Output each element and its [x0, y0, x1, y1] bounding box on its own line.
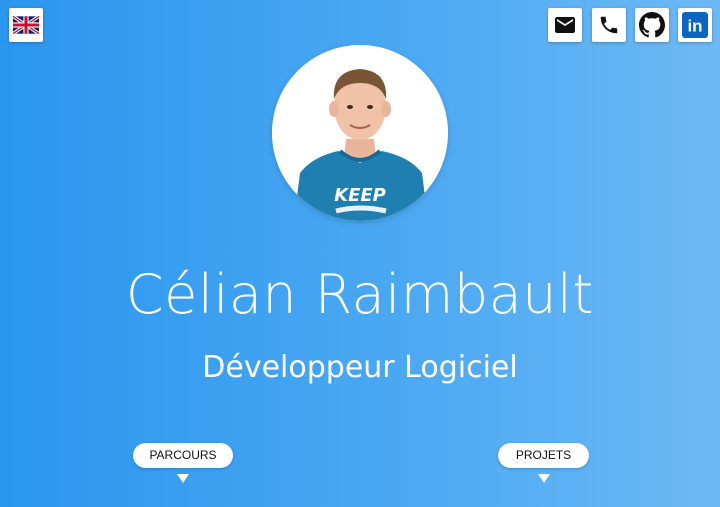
profile-avatar: KEEP [272, 45, 448, 221]
email-button[interactable] [548, 8, 582, 42]
linkedin-icon: in [682, 12, 708, 38]
profile-title: Développeur Logiciel [202, 350, 518, 385]
uk-flag-icon [13, 16, 39, 34]
github-icon [639, 12, 665, 38]
profile-name: Célian Raimbault [125, 263, 595, 326]
projets-button[interactable]: PROJETS [498, 443, 589, 468]
svg-text:in: in [687, 17, 702, 36]
phone-icon [600, 16, 618, 34]
profile-photo: KEEP [272, 45, 448, 221]
language-switch-button[interactable] [9, 8, 43, 42]
parcours-button[interactable]: PARCOURS [133, 443, 233, 468]
svg-text:KEEP: KEEP [334, 185, 386, 206]
github-button[interactable] [635, 8, 669, 42]
phone-button[interactable] [592, 8, 626, 42]
mail-icon [555, 17, 575, 33]
projets-arrow-down-icon[interactable] [538, 474, 550, 483]
linkedin-button[interactable]: in [678, 8, 712, 42]
parcours-arrow-down-icon[interactable] [177, 474, 189, 483]
